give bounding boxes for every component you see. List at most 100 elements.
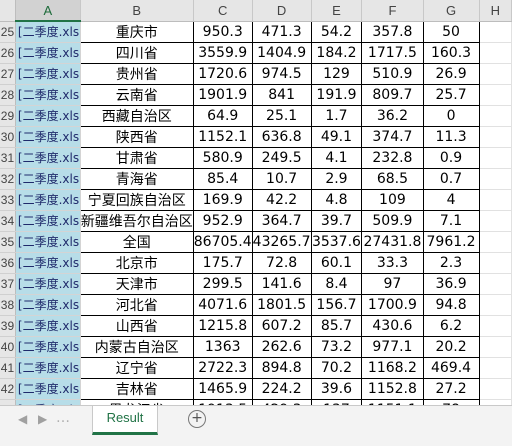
cell-region[interactable]: 甘肃省 xyxy=(80,147,194,169)
cell-source-file[interactable]: [二季度.xls xyxy=(15,21,81,43)
cell-source-file[interactable]: [二季度.xls xyxy=(15,252,81,274)
cell-value-g[interactable]: 50 xyxy=(423,21,480,43)
add-sheet-icon[interactable]: + xyxy=(188,410,206,428)
cell-region[interactable]: 吉林省 xyxy=(80,378,194,400)
column-header-g[interactable]: G xyxy=(423,0,480,22)
cell-value-e[interactable]: 129 xyxy=(311,63,363,85)
cell-value-g[interactable]: 25.7 xyxy=(423,84,480,106)
cell-source-file[interactable]: [二季度.xls xyxy=(15,315,81,337)
cell-region[interactable]: 四川省 xyxy=(80,42,194,64)
cell-value-c[interactable]: 85.4 xyxy=(193,168,253,190)
cell-value-f[interactable]: 27431.8 xyxy=(361,231,424,253)
cell-value-f[interactable]: 36.2 xyxy=(361,105,424,127)
cell-value-c[interactable]: 2722.3 xyxy=(193,357,253,379)
cell-value-d[interactable]: 42.2 xyxy=(252,189,312,211)
row-header[interactable]: 36 xyxy=(0,252,16,274)
cell-value-e[interactable]: 70.2 xyxy=(311,357,363,379)
row-header[interactable]: 30 xyxy=(0,126,16,148)
cell-region[interactable]: 云南省 xyxy=(80,84,194,106)
cell-value-c[interactable]: 64.9 xyxy=(193,105,253,127)
cell-value-g[interactable]: 469.4 xyxy=(423,357,480,379)
cell-value-f[interactable]: 1717.5 xyxy=(361,42,424,64)
cell-region[interactable]: 陕西省 xyxy=(80,126,194,148)
cell-value-f[interactable]: 68.5 xyxy=(361,168,424,190)
row-header[interactable]: 34 xyxy=(0,210,16,232)
cell-region[interactable]: 宁夏回族自治区 xyxy=(80,189,194,211)
cell-value-e[interactable]: 191.9 xyxy=(311,84,363,106)
cell-value-d[interactable]: 1801.5 xyxy=(252,294,312,316)
row-header[interactable]: 42 xyxy=(0,378,16,400)
cell-value-c[interactable]: 1152.1 xyxy=(193,126,253,148)
row-header[interactable]: 29 xyxy=(0,105,16,127)
cell-value-c[interactable]: 3559.9 xyxy=(193,42,253,64)
cell-region[interactable]: 山西省 xyxy=(80,315,194,337)
cell-value-d[interactable]: 974.5 xyxy=(252,63,312,85)
cell-value-d[interactable]: 1404.9 xyxy=(252,42,312,64)
cell-empty-h[interactable] xyxy=(479,252,512,274)
cell-empty-h[interactable] xyxy=(479,210,512,232)
row-header[interactable]: 39 xyxy=(0,315,16,337)
cell-value-c[interactable]: 175.7 xyxy=(193,252,253,274)
cell-empty-h[interactable] xyxy=(479,84,512,106)
row-header[interactable]: 37 xyxy=(0,273,16,295)
cell-value-c[interactable]: 950.3 xyxy=(193,21,253,43)
cell-value-c[interactable]: 1215.8 xyxy=(193,315,253,337)
cell-value-d[interactable]: 25.1 xyxy=(252,105,312,127)
cell-value-g[interactable]: 36.9 xyxy=(423,273,480,295)
cell-source-file[interactable]: [二季度.xls xyxy=(15,84,81,106)
column-header-e[interactable]: E xyxy=(311,0,363,22)
cell-value-e[interactable]: 184.2 xyxy=(311,42,363,64)
cell-value-e[interactable]: 49.1 xyxy=(311,126,363,148)
cell-empty-h[interactable] xyxy=(479,315,512,337)
row-header[interactable]: 25 xyxy=(0,21,16,43)
cell-value-d[interactable]: 364.7 xyxy=(252,210,312,232)
cell-value-c[interactable]: 1901.9 xyxy=(193,84,253,106)
cell-value-d[interactable]: 841 xyxy=(252,84,312,106)
cell-value-c[interactable]: 1465.9 xyxy=(193,378,253,400)
cell-source-file[interactable]: [二季度.xls xyxy=(15,189,81,211)
more-sheets-icon[interactable]: … xyxy=(56,410,70,426)
cell-value-g[interactable]: 26.9 xyxy=(423,63,480,85)
column-header-a[interactable]: A xyxy=(15,0,81,22)
cell-value-g[interactable]: 6.2 xyxy=(423,315,480,337)
cell-value-f[interactable]: 357.8 xyxy=(361,21,424,43)
cell-source-file[interactable]: [二季度.xls xyxy=(15,231,81,253)
sheet-tab-result[interactable]: Result xyxy=(92,406,158,435)
cell-value-f[interactable]: 1152.8 xyxy=(361,378,424,400)
cell-value-d[interactable]: 249.5 xyxy=(252,147,312,169)
cell-region[interactable]: 内蒙古自治区 xyxy=(80,336,194,358)
cell-value-c[interactable]: 952.9 xyxy=(193,210,253,232)
cell-value-g[interactable]: 94.8 xyxy=(423,294,480,316)
cell-value-g[interactable]: 0.9 xyxy=(423,147,480,169)
cell-value-e[interactable]: 4.1 xyxy=(311,147,363,169)
cell-source-file[interactable]: [二季度.xls xyxy=(15,168,81,190)
cell-value-c[interactable]: 4071.6 xyxy=(193,294,253,316)
cell-value-d[interactable]: 636.8 xyxy=(252,126,312,148)
column-header-d[interactable]: D xyxy=(252,0,312,22)
cell-value-c[interactable]: 169.9 xyxy=(193,189,253,211)
cell-value-d[interactable]: 224.2 xyxy=(252,378,312,400)
cell-source-file[interactable]: [二季度.xls xyxy=(15,273,81,295)
row-header[interactable]: 33 xyxy=(0,189,16,211)
cell-value-e[interactable]: 39.6 xyxy=(311,378,363,400)
cell-source-file[interactable]: [二季度.xls xyxy=(15,147,81,169)
cell-value-f[interactable]: 374.7 xyxy=(361,126,424,148)
cell-value-g[interactable]: 11.3 xyxy=(423,126,480,148)
cell-value-g[interactable]: 20.2 xyxy=(423,336,480,358)
worksheet-grid[interactable]: A B C D E F G H 25 [二季度.xls 重庆市 950.3 471.3 5… xyxy=(0,0,512,405)
cell-value-d[interactable]: 262.6 xyxy=(252,336,312,358)
cell-value-c[interactable]: 299.5 xyxy=(193,273,253,295)
cell-region[interactable]: 全国 xyxy=(80,231,194,253)
cell-source-file[interactable]: [二季度.xls xyxy=(15,63,81,85)
cell-value-f[interactable]: 33.3 xyxy=(361,252,424,274)
cell-region[interactable]: 河北省 xyxy=(80,294,194,316)
cell-value-g[interactable]: 7.1 xyxy=(423,210,480,232)
row-header[interactable]: 28 xyxy=(0,84,16,106)
cell-empty-h[interactable] xyxy=(479,105,512,127)
column-header-f[interactable]: F xyxy=(361,0,424,22)
cell-value-e[interactable]: 1.7 xyxy=(311,105,363,127)
cell-region[interactable]: 青海省 xyxy=(80,168,194,190)
row-header[interactable]: 27 xyxy=(0,63,16,85)
row-header[interactable]: 35 xyxy=(0,231,16,253)
cell-value-g[interactable]: 2.3 xyxy=(423,252,480,274)
